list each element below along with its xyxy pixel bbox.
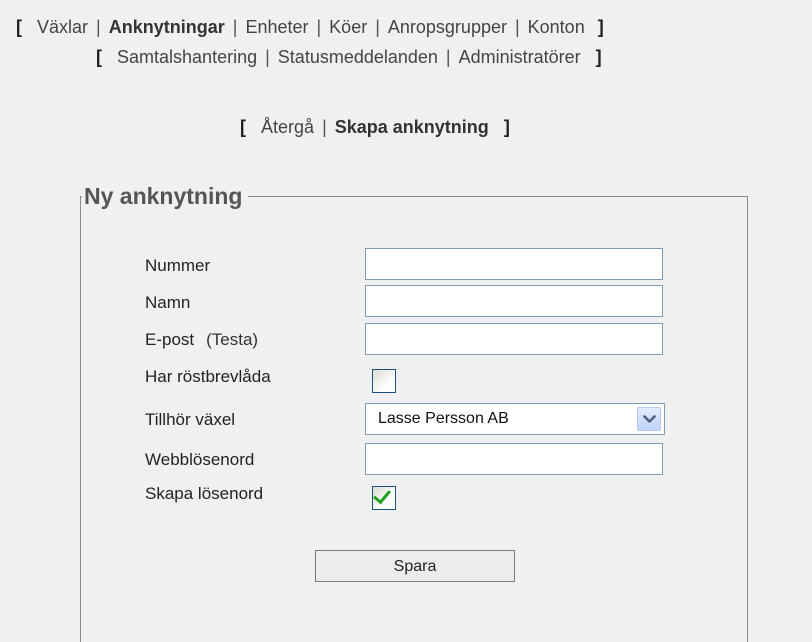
nav-separator: | (265, 47, 270, 67)
nav-bracket-open: [ (96, 47, 102, 67)
namn-label: Namn (145, 293, 191, 312)
nav-link-konton[interactable]: Konton (528, 17, 585, 37)
namn-input[interactable] (365, 285, 663, 317)
nav-separator: | (316, 17, 322, 37)
nav-link-enheter[interactable]: Enheter (245, 17, 308, 37)
nav-separator: | (232, 17, 238, 37)
nav-bracket-close: ] (595, 47, 602, 67)
nav-link-anropsgrupper[interactable]: Anropsgrupper (388, 17, 507, 37)
rostbrevlada-label: Har röstbrevlåda (145, 367, 271, 386)
page: [ Växlar | Anknytningar | Enheter | Köer | Anrop… (0, 0, 812, 642)
epost-label: E-post (145, 330, 195, 349)
voicemail-checkbox[interactable] (372, 369, 396, 393)
nav-link-samtalshantering[interactable]: Samtalshantering (117, 47, 257, 67)
checkmark-icon (373, 485, 391, 505)
exchange-select-value: Lasse Persson AB (378, 410, 509, 427)
nummer-label: Nummer (145, 256, 211, 275)
dropdown-button[interactable] (637, 407, 661, 431)
return-link[interactable]: Återgå (261, 117, 314, 137)
nav-bracket-open: [ (240, 117, 246, 137)
exchange-select[interactable]: Lasse Persson AB (365, 403, 665, 435)
nav-link-koer[interactable]: Köer (329, 17, 367, 37)
nav-bracket-open: [ (16, 17, 22, 37)
test-email-link[interactable]: (Testa) (206, 330, 258, 349)
create-extension-link[interactable]: Skapa anknytning (335, 117, 489, 137)
nav-separator: | (96, 17, 101, 37)
nav-separator: | (375, 17, 380, 37)
skapa-losenord-label: Skapa lösenord (145, 484, 264, 503)
webblosenord-label: Webblösenord (145, 450, 255, 469)
nav-bracket-close: ] (597, 17, 604, 37)
nav-separator: | (445, 47, 451, 67)
chevron-down-icon (643, 415, 656, 423)
generate-password-checkbox[interactable] (372, 485, 396, 510)
nav-link-statusmeddelanden[interactable]: Statusmeddelanden (278, 47, 438, 67)
web-password-input[interactable] (365, 443, 663, 475)
main-nav: [ Växlar | Anknytningar | Enheter | Köer | Anrop… (16, 16, 604, 38)
epost-label-group: E-post (Testa) (145, 330, 258, 350)
nav-separator: | (322, 117, 327, 137)
nav-separator: | (514, 17, 520, 37)
nummer-input[interactable] (365, 248, 663, 280)
action-nav: [ Återgå | Skapa anknytning ] (240, 116, 510, 138)
nav-link-vaxlar[interactable]: Växlar (37, 17, 88, 37)
vaxel-label: Tillhör växel (145, 410, 236, 429)
secondary-nav: [ Samtalshantering | Statusmeddelanden | Adm… (96, 46, 602, 68)
fieldset-legend: Ny anknytning (82, 182, 249, 210)
nav-link-administratorer[interactable]: Administratörer (459, 47, 581, 67)
save-button[interactable]: Spara (315, 550, 515, 582)
nav-link-anknytningar[interactable]: Anknytningar (109, 17, 225, 37)
nav-bracket-close: ] (503, 117, 510, 137)
epost-input[interactable] (365, 323, 663, 355)
